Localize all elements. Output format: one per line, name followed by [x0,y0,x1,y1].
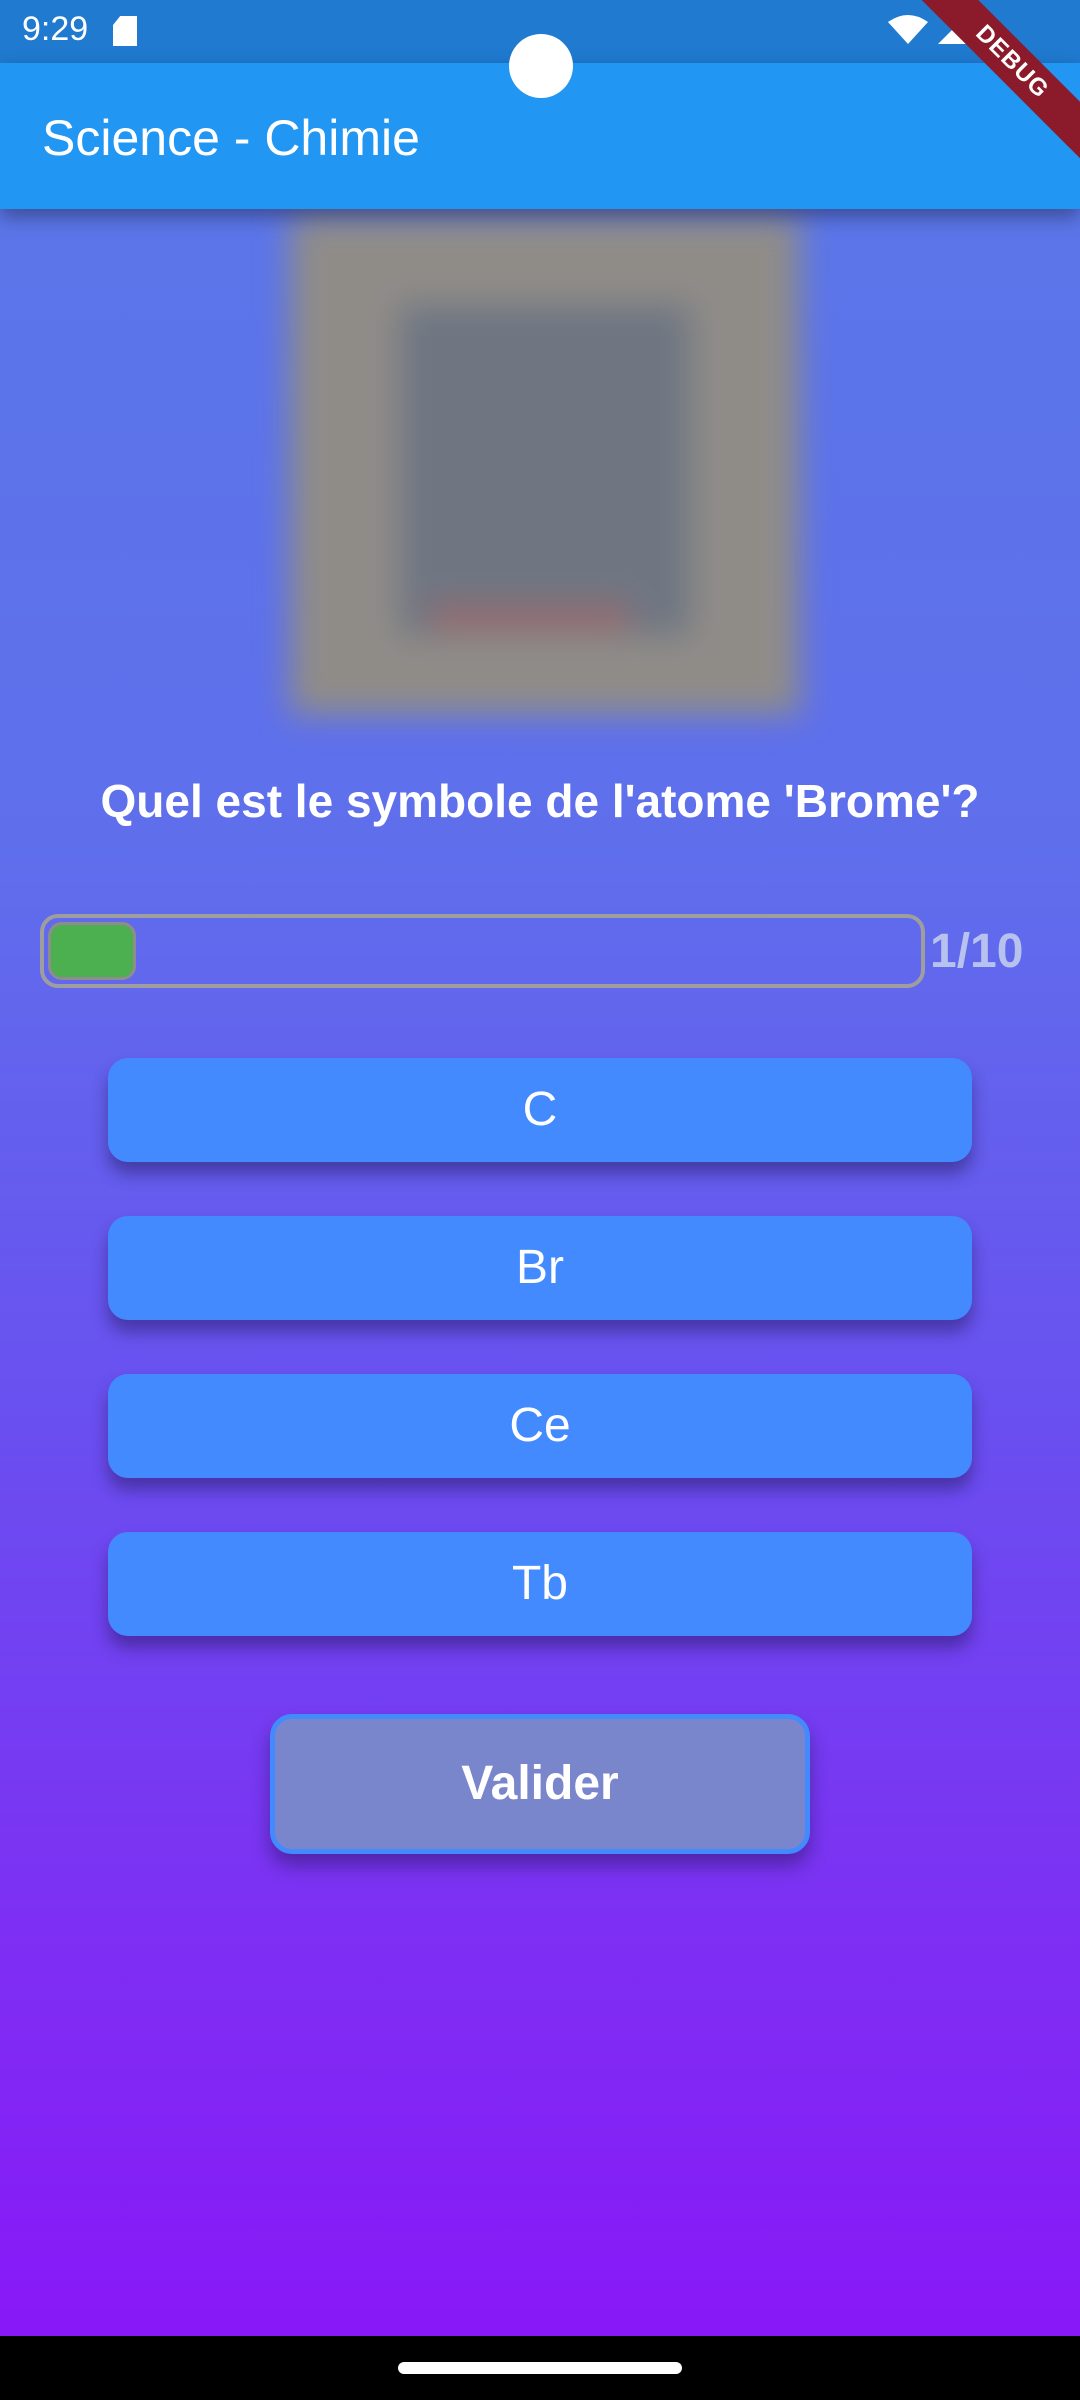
home-handle[interactable] [398,2362,682,2374]
sd-card-icon [113,16,137,46]
progress-bar [40,914,925,988]
question-image [290,215,800,715]
answer-button-br[interactable]: Br [108,1216,972,1320]
image-content [400,305,690,635]
quiz-screen: 9:29 Science - Chimie DEBUG Quel est le … [0,0,1080,2400]
validate-button[interactable]: Valider [270,1714,810,1854]
answer-button-tb[interactable]: Tb [108,1532,972,1636]
image-band [430,605,630,629]
camera-cutout [509,34,573,98]
answer-button-c[interactable]: C [108,1058,972,1162]
wifi-icon [888,15,928,44]
question-text: Quel est le symbole de l'atome 'Brome'? [100,775,980,827]
answer-button-ce[interactable]: Ce [108,1374,972,1478]
navigation-bar [0,2336,1080,2400]
progress-label: 1/10 [930,925,1024,978]
page-title: Science - Chimie [42,110,420,166]
progress-fill [48,922,136,980]
status-time: 9:29 [22,10,89,48]
